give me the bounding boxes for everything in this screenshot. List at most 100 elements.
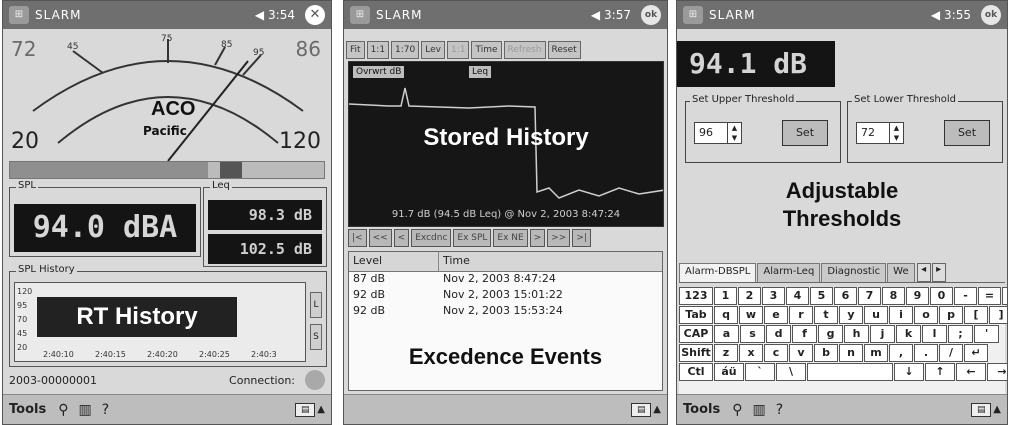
keyboard-icon[interactable]: ▤ [295, 402, 316, 417]
key[interactable]: q [714, 306, 738, 324]
input-panel-caret-icon[interactable]: ▲ [653, 404, 661, 415]
rewind-button[interactable]: << [368, 229, 392, 247]
key[interactable]: 0 [930, 287, 953, 305]
input-panel-caret-icon[interactable]: ▲ [317, 404, 325, 415]
clock[interactable]: 3:55 [944, 8, 971, 22]
key[interactable]: k [896, 325, 921, 343]
key[interactable]: 4 [786, 287, 809, 305]
spinner-arrows-icon[interactable]: ▲ ▼ [889, 123, 903, 143]
key[interactable]: , [889, 344, 913, 362]
key[interactable]: Ctl [679, 363, 713, 381]
key[interactable]: s [740, 325, 765, 343]
key[interactable]: / [939, 344, 963, 362]
key[interactable]: f [792, 325, 817, 343]
forward-button[interactable]: >> [547, 229, 571, 247]
tab-web[interactable]: We [887, 263, 915, 282]
speaker-icon[interactable]: ◀︎ [255, 8, 264, 22]
key[interactable]: 8 [882, 287, 905, 305]
key[interactable]: r [789, 306, 813, 324]
key[interactable]: Tab [679, 306, 713, 324]
column-header-level[interactable]: Level [349, 252, 439, 271]
speaker-icon[interactable]: ◀︎ [931, 8, 940, 22]
search-icon[interactable]: ⚲ [732, 402, 742, 418]
start-menu-icon[interactable]: ⊞ [683, 6, 703, 24]
help-icon[interactable]: ? [102, 402, 109, 418]
exceedance-spl-button[interactable]: Ex SPL [453, 229, 492, 247]
key[interactable]: h [844, 325, 869, 343]
first-button[interactable]: |< [348, 229, 367, 247]
key[interactable]: ' [974, 325, 999, 343]
key[interactable]: a [714, 325, 739, 343]
key[interactable]: 5 [810, 287, 833, 305]
upper-threshold-spinner[interactable]: 96 ▲ ▼ [694, 122, 742, 144]
key[interactable]: [ [964, 306, 988, 324]
key[interactable]: - [954, 287, 977, 305]
key[interactable]: CAP [679, 325, 713, 343]
tab-scroll-right-icon[interactable]: ▸ [931, 263, 946, 282]
key[interactable]: v [789, 344, 813, 362]
time-button[interactable]: Time [471, 41, 502, 59]
key[interactable]: d [766, 325, 791, 343]
key[interactable]: = [978, 287, 1001, 305]
set-upper-button[interactable]: Set [782, 120, 828, 146]
level-button[interactable]: Lev [421, 41, 445, 59]
key[interactable]: u [864, 306, 888, 324]
key[interactable]: → [987, 363, 1007, 381]
key[interactable]: w [739, 306, 763, 324]
key[interactable]: n [839, 344, 863, 362]
key[interactable]: 9 [906, 287, 929, 305]
key[interactable]: Shift [679, 344, 713, 362]
spinner-arrows-icon[interactable]: ▲ ▼ [727, 123, 741, 143]
set-lower-button[interactable]: Set [944, 120, 990, 146]
key[interactable]: t [814, 306, 838, 324]
clock[interactable]: 3:57 [604, 8, 631, 22]
table-row[interactable]: 87 dB Nov 2, 2003 8:47:24 [349, 272, 662, 288]
history-long-button[interactable]: L [310, 292, 322, 318]
input-panel-caret-icon[interactable]: ▲ [993, 404, 1001, 415]
keyboard-icon[interactable]: ▤ [971, 402, 992, 417]
key[interactable]: y [839, 306, 863, 324]
tools-menu[interactable]: Tools [9, 402, 46, 417]
tab-scroll-left-icon[interactable]: ◂ [916, 263, 931, 282]
clock[interactable]: 3:54 [268, 8, 295, 22]
key[interactable]: z [714, 344, 738, 362]
zoom-1-70-button[interactable]: 1:70 [391, 41, 420, 59]
level-zoom-button[interactable]: 1:1 [447, 41, 470, 59]
tab-alarm-dbspl[interactable]: Alarm-DBSPL [679, 263, 757, 282]
key[interactable]: ↑ [925, 363, 955, 381]
key[interactable]: j [870, 325, 895, 343]
key[interactable]: \ [776, 363, 806, 381]
exceedance-ne-button[interactable]: Ex NE [493, 229, 528, 247]
tools-menu[interactable]: Tools [683, 402, 720, 417]
key[interactable]: 6 [834, 287, 857, 305]
key[interactable]: i [889, 306, 913, 324]
key[interactable]: ← [956, 363, 986, 381]
key[interactable]: g [818, 325, 843, 343]
key[interactable]: ` [745, 363, 775, 381]
key[interactable]: m [864, 344, 888, 362]
table-row[interactable]: 92 dB Nov 2, 2003 15:53:24 [349, 304, 662, 320]
key[interactable]: ; [948, 325, 973, 343]
table-row[interactable]: 92 dB Nov 2, 2003 15:01:22 [349, 288, 662, 304]
ok-icon[interactable]: ok [981, 5, 1001, 25]
key[interactable]: ] [989, 306, 1007, 324]
key[interactable]: ◆ [1002, 287, 1007, 305]
fit-button[interactable]: Fit [346, 41, 365, 59]
keyboard-icon[interactable]: ▤ [631, 402, 652, 417]
key[interactable]: áü [714, 363, 744, 381]
key[interactable]: . [914, 344, 938, 362]
key[interactable]: x [739, 344, 763, 362]
tab-diagnostic[interactable]: Diagnostic [821, 263, 887, 282]
key[interactable]: p [939, 306, 963, 324]
prev-button[interactable]: < [393, 229, 410, 247]
key[interactable]: 3 [762, 287, 785, 305]
close-icon[interactable]: ✕ [305, 5, 325, 25]
tab-alarm-leq[interactable]: Alarm-Leq [757, 263, 821, 282]
key[interactable] [807, 363, 893, 381]
key[interactable]: ↵ [964, 344, 988, 362]
key[interactable]: 2 [738, 287, 761, 305]
exceedance-button[interactable]: Excdnc [411, 229, 452, 247]
key[interactable]: e [764, 306, 788, 324]
lower-threshold-spinner[interactable]: 72 ▲ ▼ [856, 122, 904, 144]
zoom-1-1-button[interactable]: 1:1 [366, 41, 390, 59]
